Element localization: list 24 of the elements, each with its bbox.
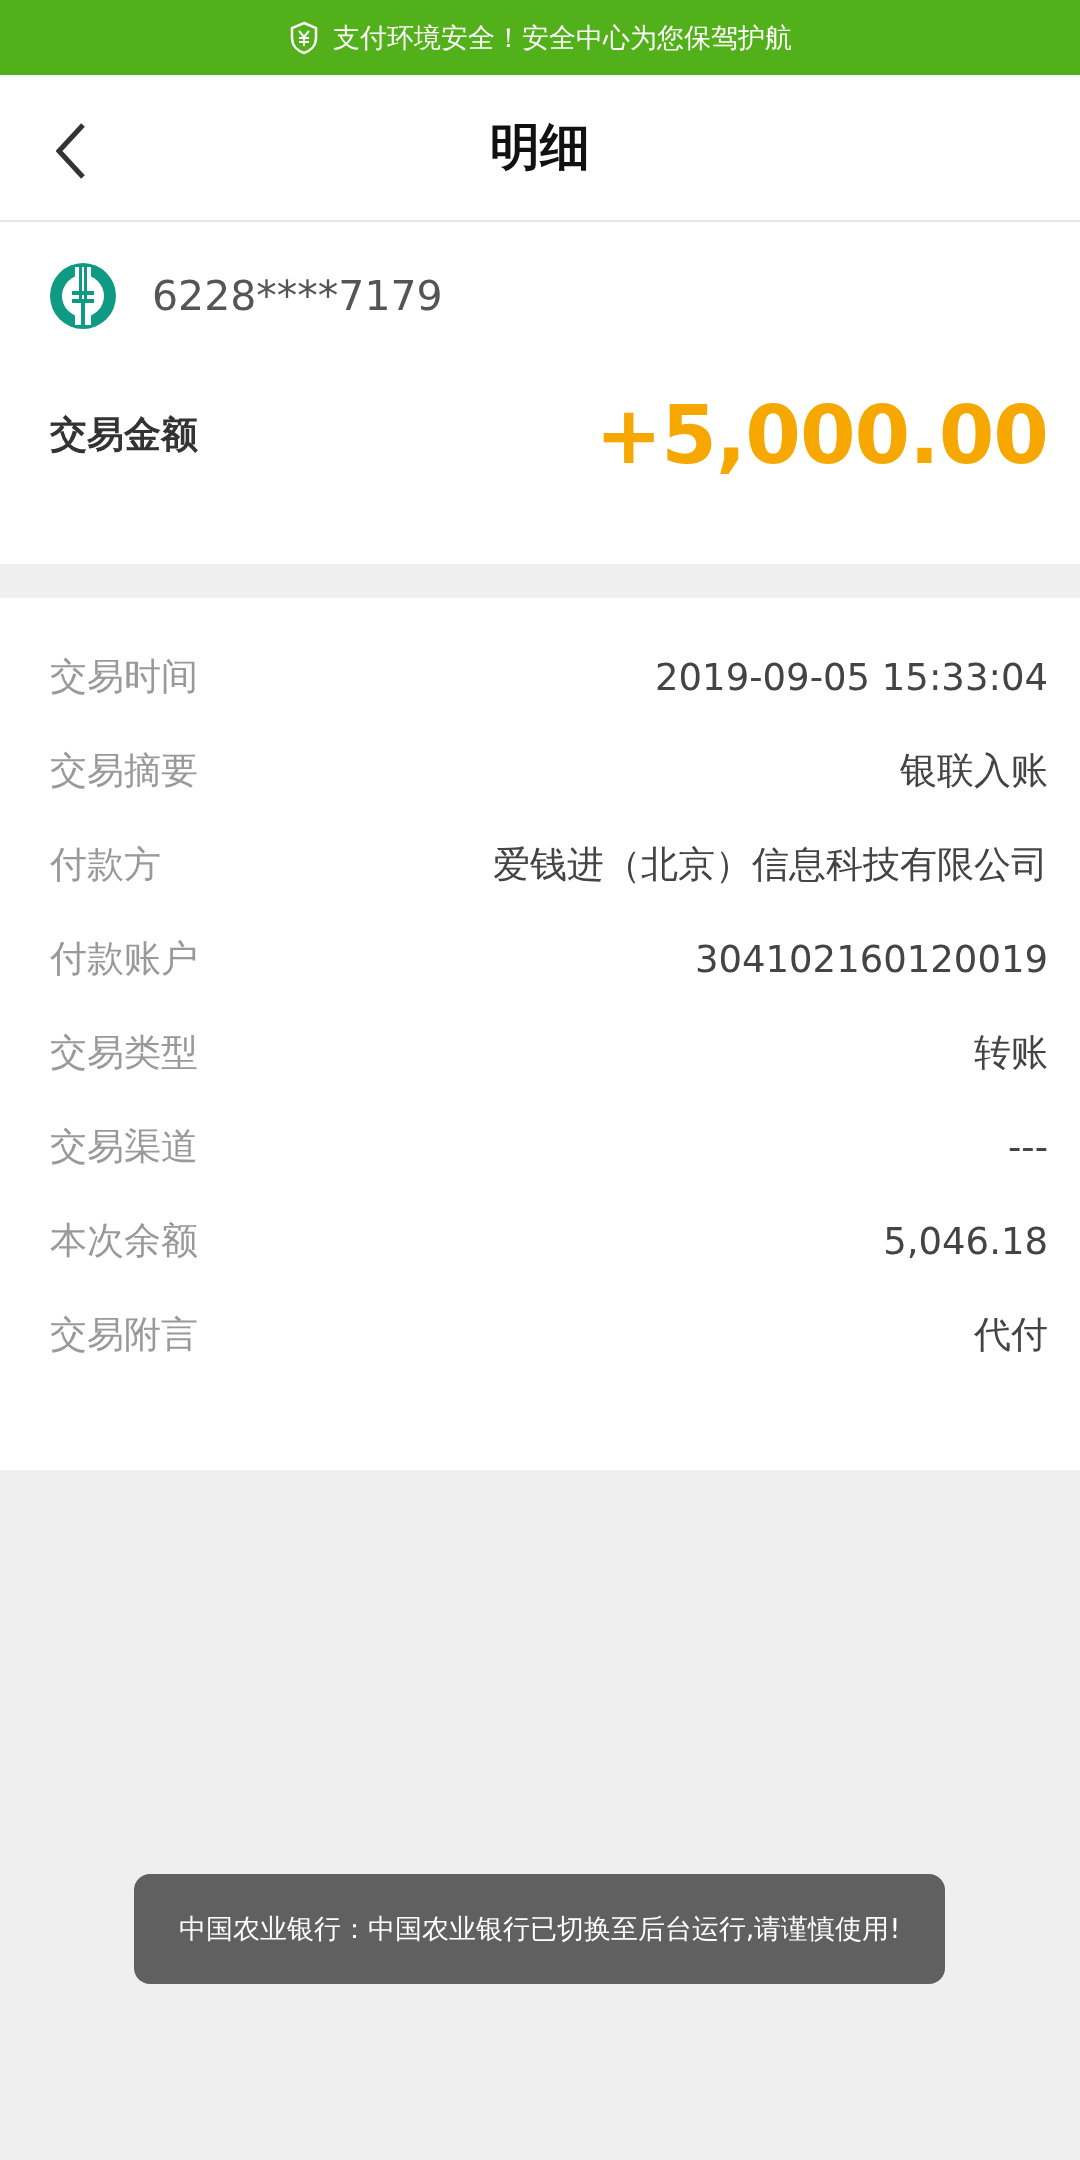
detail-label: 交易附言: [50, 1312, 198, 1358]
detail-label: 交易类型: [50, 1030, 198, 1076]
detail-label: 交易渠道: [50, 1124, 198, 1170]
page-title: 明细: [490, 117, 590, 178]
detail-label: 本次余额: [50, 1218, 198, 1264]
detail-value: 304102160120019: [694, 937, 1048, 981]
toast-text: 中国农业银行：中国农业银行已切换至后台运行,请谨慎使用!: [178, 1912, 901, 1946]
detail-value: 爱钱进（北京）信息科技有限公司: [493, 842, 1048, 888]
detail-label: 付款账户: [50, 936, 198, 982]
detail-value: 转账: [974, 1030, 1048, 1076]
bank-logo-icon: [50, 263, 116, 329]
detail-value: 2019-09-05 15:33:04: [655, 655, 1048, 699]
security-banner-text: 支付环境安全！安全中心为您保驾护航: [332, 20, 792, 55]
card-number: 6228****7179: [152, 272, 443, 320]
detail-label: 付款方: [50, 842, 161, 888]
detail-value: ---: [1007, 1125, 1048, 1169]
detail-value: 银联入账: [900, 748, 1048, 794]
detail-value: 5,046.18: [883, 1219, 1048, 1263]
detail-label: 交易摘要: [50, 748, 198, 794]
amount-value: +5,000.00: [595, 388, 1048, 482]
detail-label: 交易时间: [50, 654, 198, 700]
shield-icon: [288, 20, 319, 55]
detail-value: 代付: [974, 1312, 1048, 1358]
amount-label: 交易金额: [50, 412, 198, 458]
